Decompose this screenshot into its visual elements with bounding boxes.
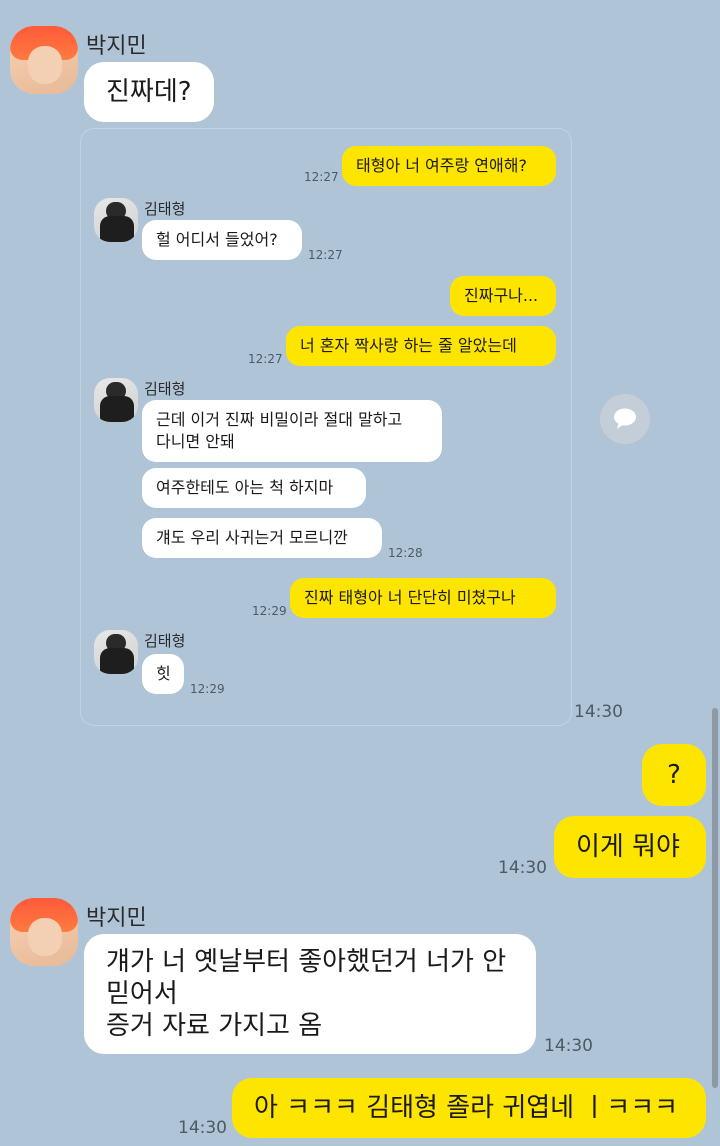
- message-time: 12:29: [190, 682, 225, 696]
- message-time: 12:28: [388, 546, 423, 560]
- contact-message-bubble: 여주한테도 아는 척 하지마: [142, 468, 366, 508]
- message-time: 12:27: [248, 352, 283, 366]
- message-time: 12:27: [304, 170, 339, 184]
- my-message-bubble: 진짜 태형아 너 단단히 미쳤구나: [290, 578, 556, 618]
- contact-avatar: [94, 378, 138, 422]
- message-time: 14:30: [498, 858, 547, 878]
- contact-message-bubble: 근데 이거 진짜 비밀이라 절대 말하고 다니면 안돼: [142, 400, 442, 462]
- message-time: 14:30: [544, 1036, 593, 1056]
- message-time: 14:30: [178, 1118, 227, 1138]
- my-message-bubble[interactable]: 이게 뭐야: [554, 816, 706, 878]
- image-time: 14:30: [574, 702, 623, 722]
- my-message-bubble: 태형아 너 여주랑 연애해?: [342, 146, 556, 186]
- sender-avatar[interactable]: [10, 898, 78, 966]
- message-time: 12:27: [308, 248, 343, 262]
- contact-name: 김태형: [144, 200, 186, 218]
- contact-message-bubble: 걔도 우리 사귀는거 모르니깐: [142, 518, 382, 558]
- shared-chat-image[interactable]: 12:27 태형아 너 여주랑 연애해? 김태형 헐 어디서 들었어? 12:2…: [80, 128, 572, 726]
- contact-avatar: [94, 198, 138, 242]
- my-message-bubble[interactable]: 아 ㅋㅋㅋ 김태형 졸라 귀엽네 ㅣㅋㅋㅋ: [232, 1078, 706, 1138]
- my-message-bubble: 진짜구나...: [450, 276, 556, 316]
- my-message-bubble: 너 혼자 짝사랑 하는 줄 알았는데: [286, 326, 556, 366]
- my-message-bubble[interactable]: ?: [642, 744, 706, 806]
- contact-message-bubble: 헐 어디서 들었어?: [142, 220, 302, 260]
- share-button[interactable]: [600, 394, 650, 444]
- message-time: 12:29: [252, 604, 287, 618]
- sender-name: 박지민: [86, 906, 147, 931]
- share-chat-icon: [614, 408, 636, 429]
- contact-message-bubble: 힛: [142, 654, 184, 694]
- contact-name: 김태형: [144, 632, 186, 650]
- scrollbar[interactable]: [712, 708, 718, 1088]
- message-bubble[interactable]: 걔가 너 옛날부터 좋아했던거 너가 안 믿어서 증거 자료 가지고 옴: [84, 934, 536, 1054]
- contact-avatar: [94, 630, 138, 674]
- contact-name: 김태형: [144, 380, 186, 398]
- message-bubble[interactable]: 진짜데?: [84, 62, 214, 122]
- sender-avatar[interactable]: [10, 26, 78, 94]
- sender-name: 박지민: [86, 34, 147, 59]
